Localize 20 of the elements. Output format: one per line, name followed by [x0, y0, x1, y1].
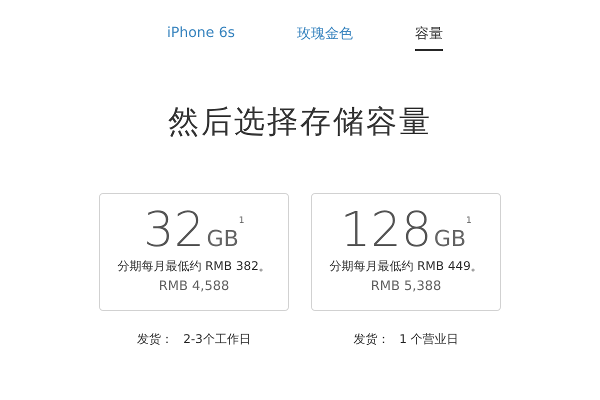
page-heading: 然后选择存储容量 [167, 103, 433, 142]
footnote-mark: 1 [466, 216, 472, 226]
tab[interactable]: 玫瑰金色 [296, 25, 353, 51]
capacity-option[interactable]: 32 GB 1 分期每月最低约 RMB 382。 RMB 4,588 [99, 193, 289, 311]
installment-text: 分期每月最低约 RMB 449。 [329, 258, 483, 275]
tab[interactable]: 容量 [414, 25, 443, 51]
shipping-time: 1 个营业日 [399, 331, 459, 348]
installment-text: 分期每月最低约 RMB 382。 [117, 258, 271, 275]
capacity-option[interactable]: 128 GB 1 分期每月最低约 RMB 449。 RMB 5,388 [311, 193, 501, 311]
price-text: RMB 4,588 [158, 279, 230, 294]
capacity-unit: GB [434, 227, 466, 252]
tab[interactable]: iPhone 6s [167, 25, 235, 51]
shipping-label: 发货： [137, 331, 174, 348]
capacity-amount: 32 [144, 204, 205, 256]
shipping-label: 发货： [353, 331, 390, 348]
capacity-unit: GB [206, 227, 239, 252]
capacity-amount: 128 [340, 204, 432, 256]
price-text: RMB 5,388 [370, 279, 442, 294]
shipping-time: 2-3个工作日 [183, 331, 251, 348]
footnote-mark: 1 [238, 216, 244, 226]
